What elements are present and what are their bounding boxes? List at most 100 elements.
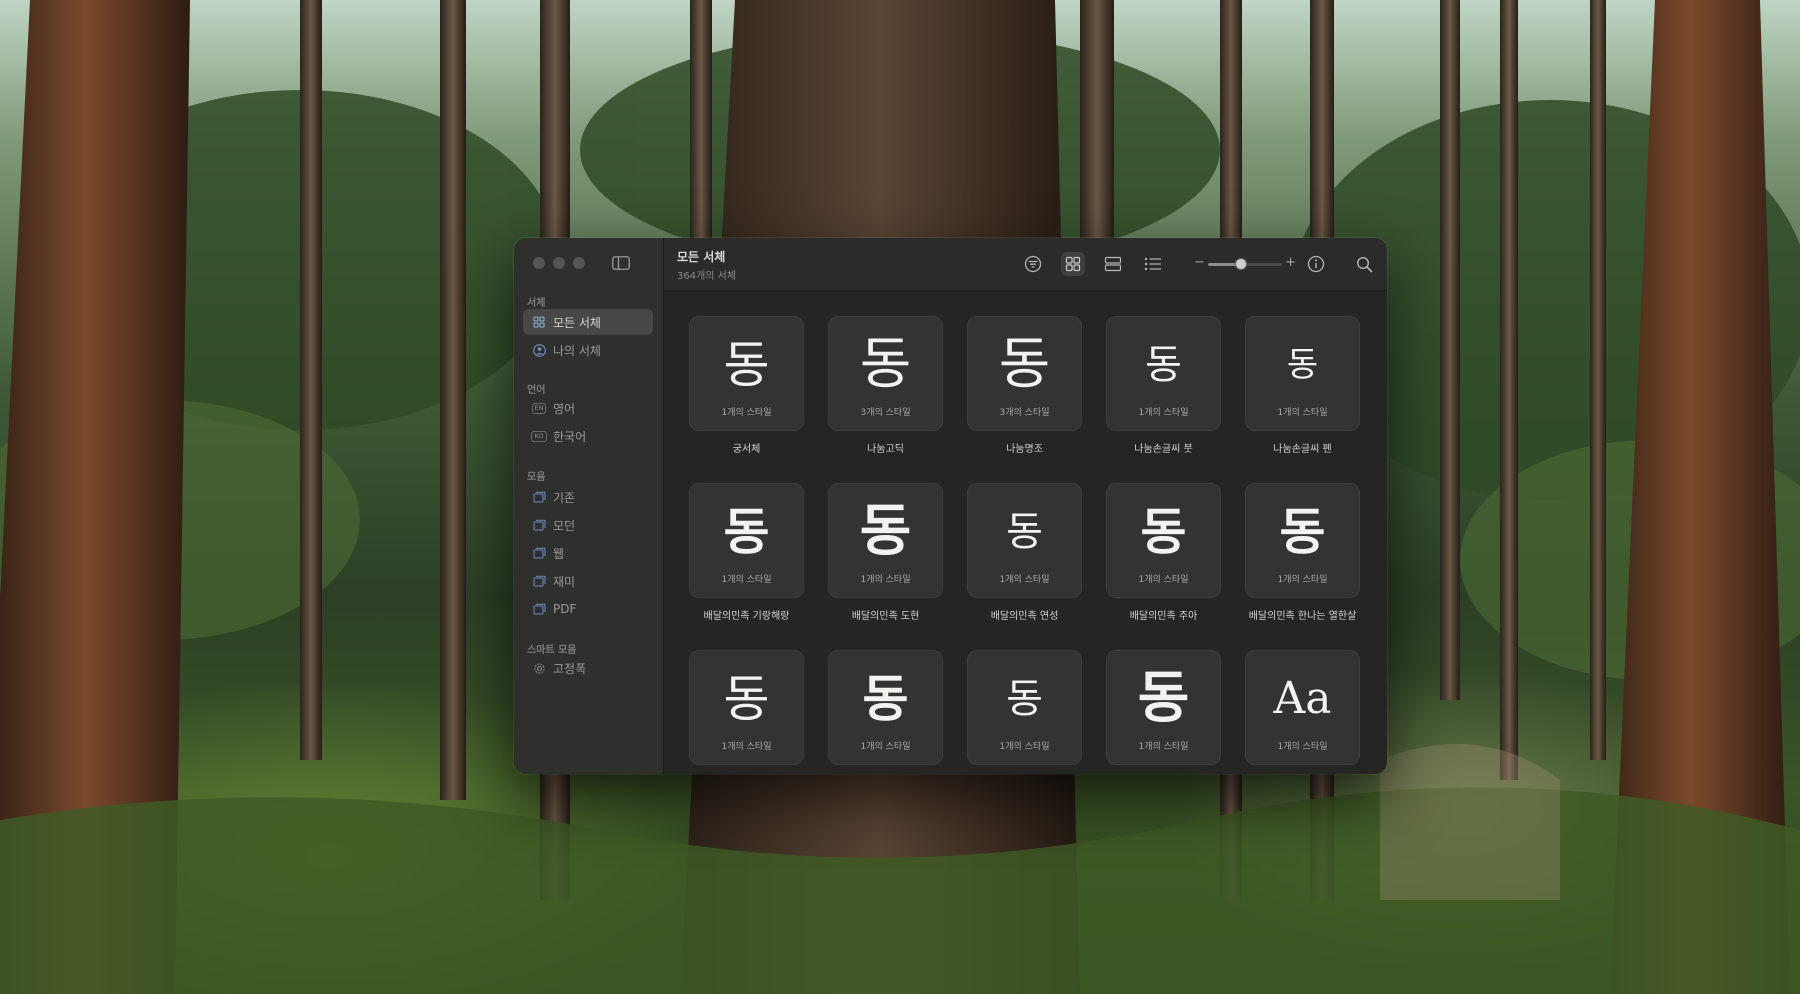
font-name: 배달의민족 한나는 열한살	[1248, 611, 1357, 622]
style-count: 1개의 스타일	[721, 408, 772, 418]
font-glyph-preview: 동	[1145, 342, 1182, 388]
filter-button[interactable]	[1021, 252, 1045, 276]
font-card-baemin-yeonsung[interactable]: 동 1개의 스타일 배달의민족 연성	[967, 483, 1082, 622]
font-glyph-preview: 동	[723, 503, 770, 561]
font-card[interactable]: 동 1개의 스타일	[1106, 650, 1221, 765]
sidebar-item-fun[interactable]: 재미	[523, 568, 653, 594]
font-preview-tile[interactable]: 동 1개의 스타일	[689, 316, 804, 431]
main-content: 모든 서체 364개의 서체 − + 동 1개의 스타일 궁서체 동 3개의 스…	[664, 238, 1387, 774]
font-glyph-preview: 동	[1006, 509, 1043, 555]
font-card-nanum-brush[interactable]: 동 1개의 스타일 나눔손글씨 붓	[1106, 316, 1221, 455]
font-preview-tile[interactable]: 동 1개의 스타일	[1106, 650, 1221, 765]
sidebar-item-classic[interactable]: 기존	[523, 484, 653, 510]
font-preview-tile[interactable]: 동 1개의 스타일	[1106, 483, 1221, 598]
style-count: 1개의 스타일	[721, 575, 772, 585]
sidebar-item-all-fonts[interactable]: 모든 서체	[523, 309, 653, 335]
font-name: 배달의민족 주아	[1129, 611, 1198, 622]
sidebar-section-language: 언어	[527, 385, 546, 396]
style-count: 1개의 스타일	[1277, 408, 1328, 418]
minimize-window-button[interactable]	[553, 257, 565, 269]
style-count: 1개의 스타일	[1277, 742, 1328, 752]
font-preview-tile[interactable]: Aa 1개의 스타일	[1245, 650, 1360, 765]
title-block: 모든 서체 364개의 서체	[677, 248, 736, 282]
sidebar-item-label: 재미	[553, 574, 576, 589]
search-button[interactable]	[1352, 252, 1376, 276]
zoom-window-button[interactable]	[573, 257, 585, 269]
font-card[interactable]: 동 1개의 스타일	[689, 650, 804, 765]
collection-icon	[531, 517, 547, 533]
sidebar-item-label: 고정폭	[553, 661, 587, 676]
font-preview-tile[interactable]: 동 1개의 스타일	[828, 650, 943, 765]
sidebar-item-english[interactable]: EN 영어	[523, 395, 653, 421]
font-card-gungseo[interactable]: 동 1개의 스타일 궁서체	[689, 316, 804, 455]
font-card[interactable]: 동 1개의 스타일	[967, 650, 1082, 765]
font-card-baemin-hanna-11[interactable]: 동 1개의 스타일 배달의민족 한나는 열한살	[1245, 483, 1360, 622]
font-card-nanum-myeongjo[interactable]: 동 3개의 스타일 나눔명조	[967, 316, 1082, 455]
font-preview-tile[interactable]: 동 3개의 스타일	[828, 316, 943, 431]
sidebar: 서체 모든 서체 나의 서체 언어 EN 영어 KO 한국어 모음 기존 모던 …	[514, 238, 664, 774]
font-glyph-preview: 동	[1279, 503, 1326, 561]
font-preview-tile[interactable]: 동 1개의 스타일	[689, 483, 804, 598]
font-preview-tile[interactable]: 동 1개의 스타일	[828, 483, 943, 598]
font-glyph-preview: 동	[1140, 503, 1187, 561]
sidebar-item-korean[interactable]: KO 한국어	[523, 423, 653, 449]
zoom-in-label: +	[1285, 255, 1296, 270]
font-name: 나눔손글씨 붓	[1134, 444, 1193, 455]
style-count: 1개의 스타일	[860, 575, 911, 585]
sidebar-item-pdf[interactable]: PDF	[523, 596, 653, 622]
sidebar-item-web[interactable]: 웹	[523, 540, 653, 566]
collection-icon	[531, 601, 547, 617]
sidebar-item-label: 웹	[553, 546, 565, 561]
font-card-baemin-jua[interactable]: 동 1개의 스타일 배달의민족 주아	[1106, 483, 1221, 622]
zoom-slider-track	[1208, 258, 1282, 270]
sidebar-item-my-fonts[interactable]: 나의 서체	[523, 337, 653, 363]
grid-view-button[interactable]	[1061, 252, 1085, 276]
font-glyph-preview: 동	[1006, 676, 1043, 722]
language-badge: EN	[531, 402, 547, 414]
sidebar-icon	[612, 256, 630, 270]
font-preview-tile[interactable]: 동 1개의 스타일	[1245, 483, 1360, 598]
filter-icon	[1024, 255, 1042, 273]
sidebar-toggle-button[interactable]	[611, 255, 631, 271]
font-name: 나눔고딕	[867, 444, 904, 455]
grid-view-icon	[1065, 256, 1081, 272]
font-preview-tile[interactable]: 동 1개의 스타일	[967, 483, 1082, 598]
info-button[interactable]	[1304, 252, 1328, 276]
font-card-baemin-dohyeon[interactable]: 동 1개의 스타일 배달의민족 도현	[828, 483, 943, 622]
collection-icon	[531, 489, 547, 505]
font-card-nanum-pen[interactable]: 동 1개의 스타일 나눔손글씨 펜	[1245, 316, 1360, 455]
sidebar-item-fixed-width[interactable]: 고정폭	[523, 655, 653, 681]
font-name: 배달의민족 기랑해랑	[703, 611, 790, 622]
gear-icon	[531, 660, 547, 676]
font-book-window: 서체 모든 서체 나의 서체 언어 EN 영어 KO 한국어 모음 기존 모던 …	[514, 238, 1387, 774]
font-glyph-preview: 동	[723, 670, 770, 728]
font-glyph-preview: 동	[723, 336, 770, 394]
sidebar-item-label: 영어	[553, 401, 576, 416]
close-window-button[interactable]	[533, 257, 545, 269]
strip-view-button[interactable]	[1101, 252, 1125, 276]
font-name: 나눔명조	[1006, 444, 1043, 455]
zoom-slider[interactable]: − +	[1194, 255, 1296, 272]
zoom-slider-knob[interactable]	[1235, 258, 1248, 270]
font-preview-tile[interactable]: 동 1개의 스타일	[1245, 316, 1360, 431]
font-name: 나눔손글씨 펜	[1273, 444, 1332, 455]
search-icon	[1356, 256, 1372, 272]
collection-icon	[531, 545, 547, 561]
font-card[interactable]: 동 1개의 스타일	[828, 650, 943, 765]
style-count: 3개의 스타일	[860, 408, 911, 418]
font-name: 배달의민족 도현	[851, 611, 920, 622]
list-view-button[interactable]	[1141, 252, 1165, 276]
font-glyph-preview: 동	[998, 332, 1051, 397]
font-card[interactable]: Aa 1개의 스타일	[1245, 650, 1360, 765]
font-preview-tile[interactable]: 동 1개의 스타일	[967, 650, 1082, 765]
font-preview-tile[interactable]: 동 1개의 스타일	[689, 650, 804, 765]
sidebar-item-label: 모던	[553, 518, 576, 533]
sidebar-section-collections: 모음	[527, 472, 546, 483]
font-card-nanum-gothic[interactable]: 동 3개의 스타일 나눔고딕	[828, 316, 943, 455]
sidebar-item-modern[interactable]: 모던	[523, 512, 653, 538]
window-controls	[533, 257, 585, 269]
font-card-baemin-kirang[interactable]: 동 1개의 스타일 배달의민족 기랑해랑	[689, 483, 804, 622]
font-preview-tile[interactable]: 동 3개의 스타일	[967, 316, 1082, 431]
font-preview-tile[interactable]: 동 1개의 스타일	[1106, 316, 1221, 431]
language-badge-icon: KO	[531, 428, 547, 444]
